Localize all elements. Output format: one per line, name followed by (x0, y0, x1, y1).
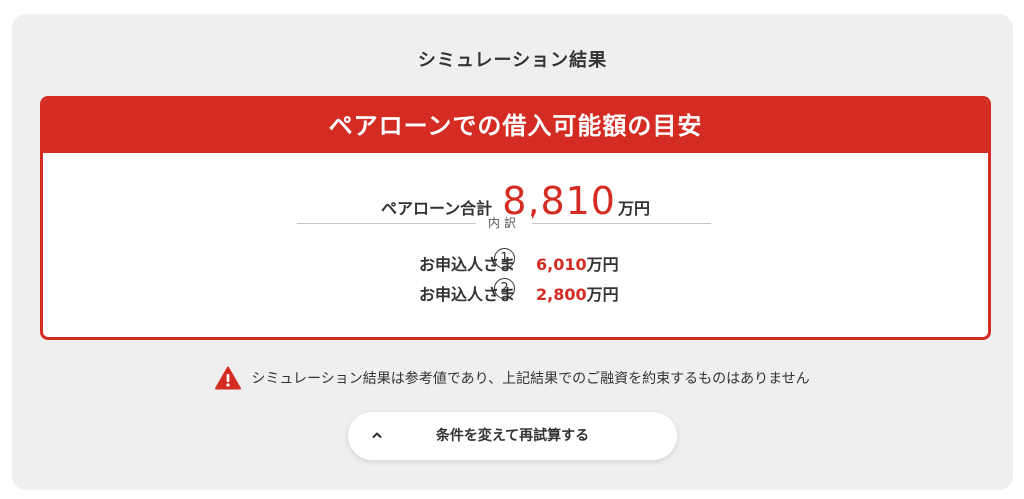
applicant-amount-value: 6,010 (536, 255, 587, 274)
recalculate-button[interactable]: 条件を変えて再試算する (348, 412, 677, 460)
applicant-row-2: お申込人さま 2 2,800万円 (43, 277, 988, 307)
disclaimer-notice: シミュレーション結果は参考値であり、上記結果でのご融資を約束するものはありません (12, 366, 1013, 390)
breakdown-divider: 内訳 (297, 216, 711, 230)
recalculate-button-label: 条件を変えて再試算する (435, 428, 590, 444)
warning-icon (215, 366, 242, 390)
applicant-row-1: お申込人さま 1 6,010万円 (43, 247, 988, 277)
applicant-amount-unit: 万円 (586, 255, 619, 274)
simulation-result-panel: シミュレーション結果 ペアローンでの借入可能額の目安 ペアローン合計 8,810 万… (12, 14, 1013, 490)
applicant-number: 2 (494, 278, 515, 299)
applicant-amount: 6,010万円 (536, 251, 619, 275)
breakdown-label: 内訳 (475, 216, 533, 230)
applicant-amount-unit: 万円 (586, 285, 619, 304)
applicant-number: 1 (494, 248, 515, 269)
result-card: ペアローンでの借入可能額の目安 ペアローン合計 8,810 万円 内訳 お申込人さま… (40, 96, 991, 340)
applicant-amount-value: 2,800 (536, 285, 587, 304)
disclaimer-text: シミュレーション結果は参考値であり、上記結果でのご融資を約束するものはありません (251, 371, 810, 387)
card-header: ペアローンでの借入可能額の目安 (43, 99, 988, 153)
applicant-amount: 2,800万円 (536, 281, 619, 305)
breakdown-list: お申込人さま 1 6,010万円 お申込人さま 2 2,800万円 (43, 247, 988, 307)
panel-title: シミュレーション結果 (417, 50, 608, 71)
